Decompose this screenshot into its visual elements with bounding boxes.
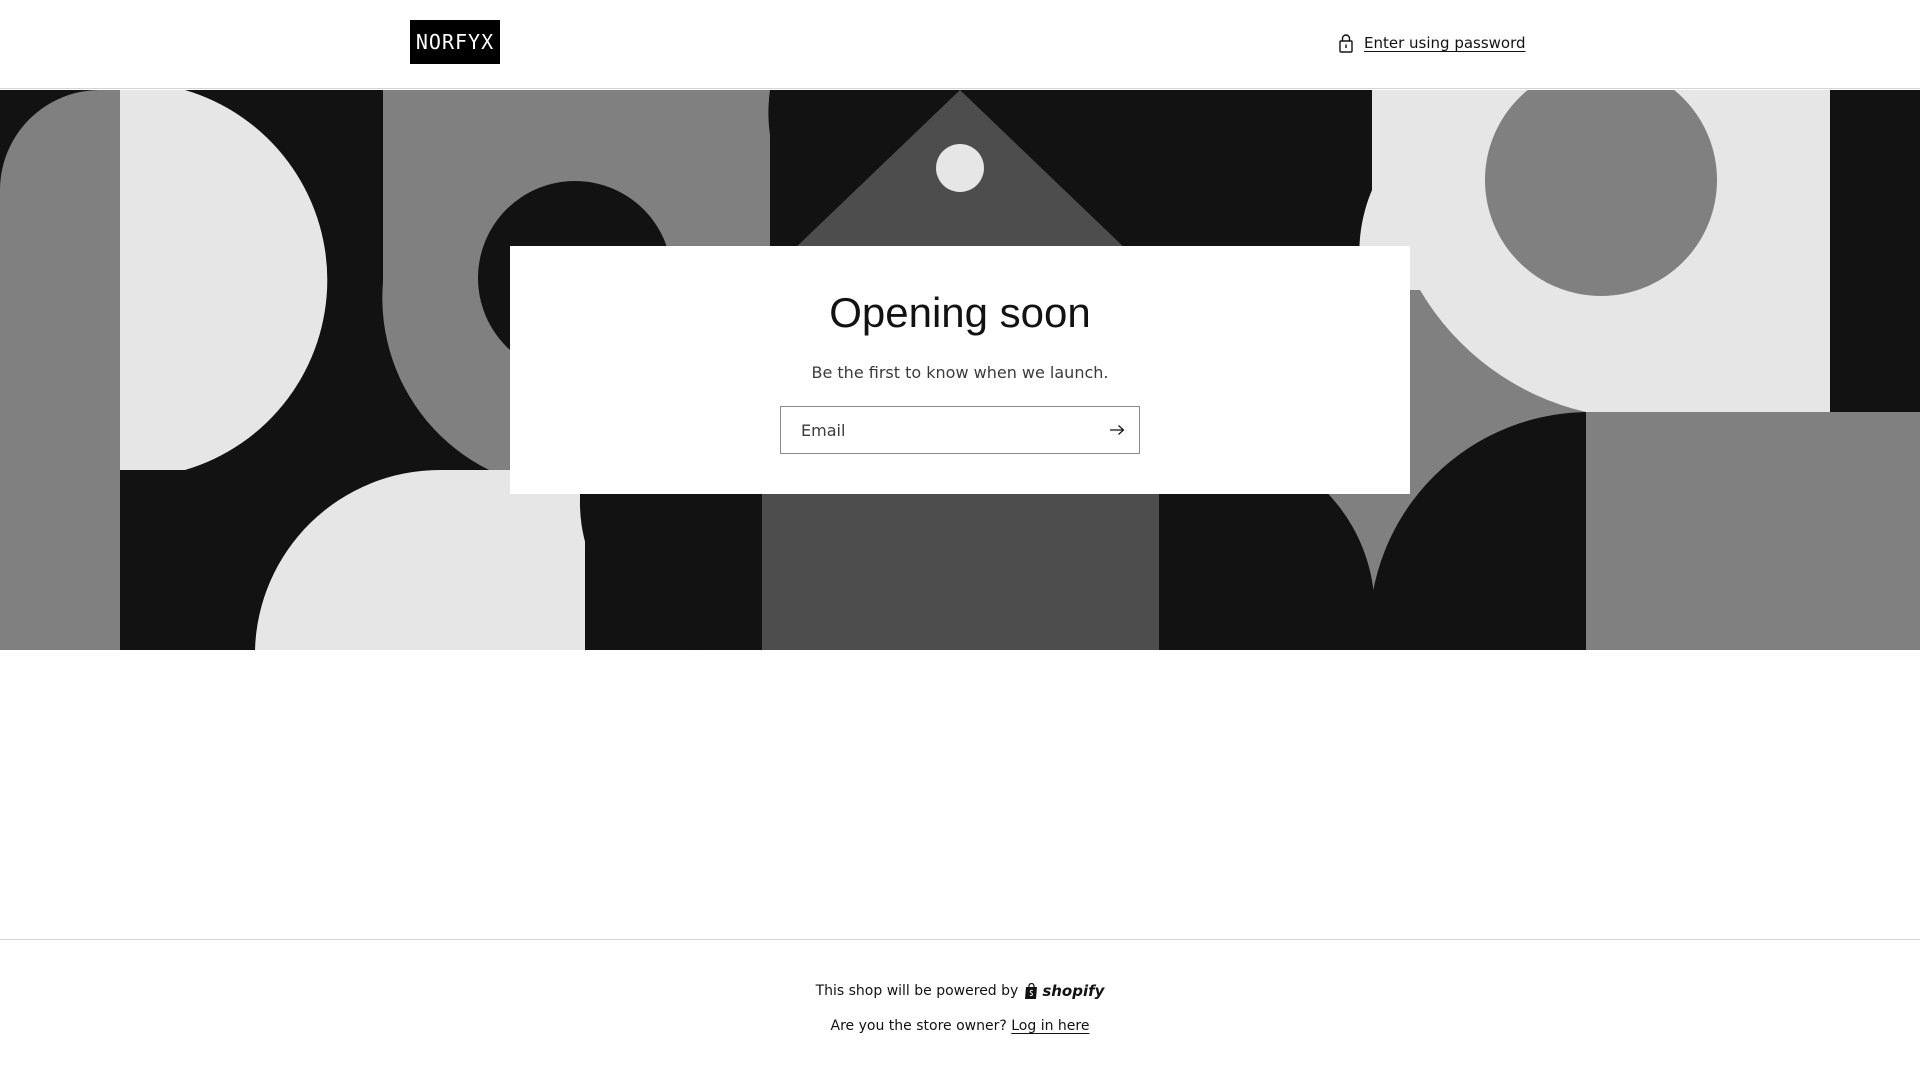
enter-password-label: Enter using password xyxy=(1364,34,1526,52)
store-owner-question: Are you the store owner? xyxy=(830,1018,1007,1034)
store-logo-text: NORFYX xyxy=(415,30,495,54)
shopify-logo-text: shopify xyxy=(1042,982,1105,1000)
password-page: NORFYX Enter using password Opening soon… xyxy=(0,0,1920,1080)
hero-banner: Opening soon Be the first to know when w… xyxy=(0,90,1920,650)
page-title: Opening soon xyxy=(829,289,1091,336)
signup-card: Opening soon Be the first to know when w… xyxy=(510,246,1410,494)
powered-by: This shop will be powered by shopify xyxy=(0,982,1920,1000)
newsletter-form xyxy=(780,406,1140,454)
email-input[interactable] xyxy=(781,407,1101,453)
subscribe-button[interactable] xyxy=(1095,407,1139,453)
page-subtitle: Be the first to know when we launch. xyxy=(811,363,1109,382)
powered-by-text: This shop will be powered by xyxy=(815,983,1019,999)
store-logo[interactable]: NORFYX xyxy=(410,20,500,64)
site-footer: This shop will be powered by shopify Are… xyxy=(0,939,1920,1080)
login-link[interactable]: Log in here xyxy=(1011,1018,1089,1034)
enter-password-link[interactable]: Enter using password xyxy=(1337,30,1526,56)
site-header: NORFYX Enter using password xyxy=(0,0,1920,89)
lock-icon xyxy=(1339,34,1353,53)
store-owner-row: Are you the store owner? Log in here xyxy=(0,1018,1920,1034)
arrow-right-icon xyxy=(1110,425,1125,435)
shopping-bag-icon xyxy=(1025,982,1038,999)
shopify-logo[interactable]: shopify xyxy=(1024,982,1104,1000)
